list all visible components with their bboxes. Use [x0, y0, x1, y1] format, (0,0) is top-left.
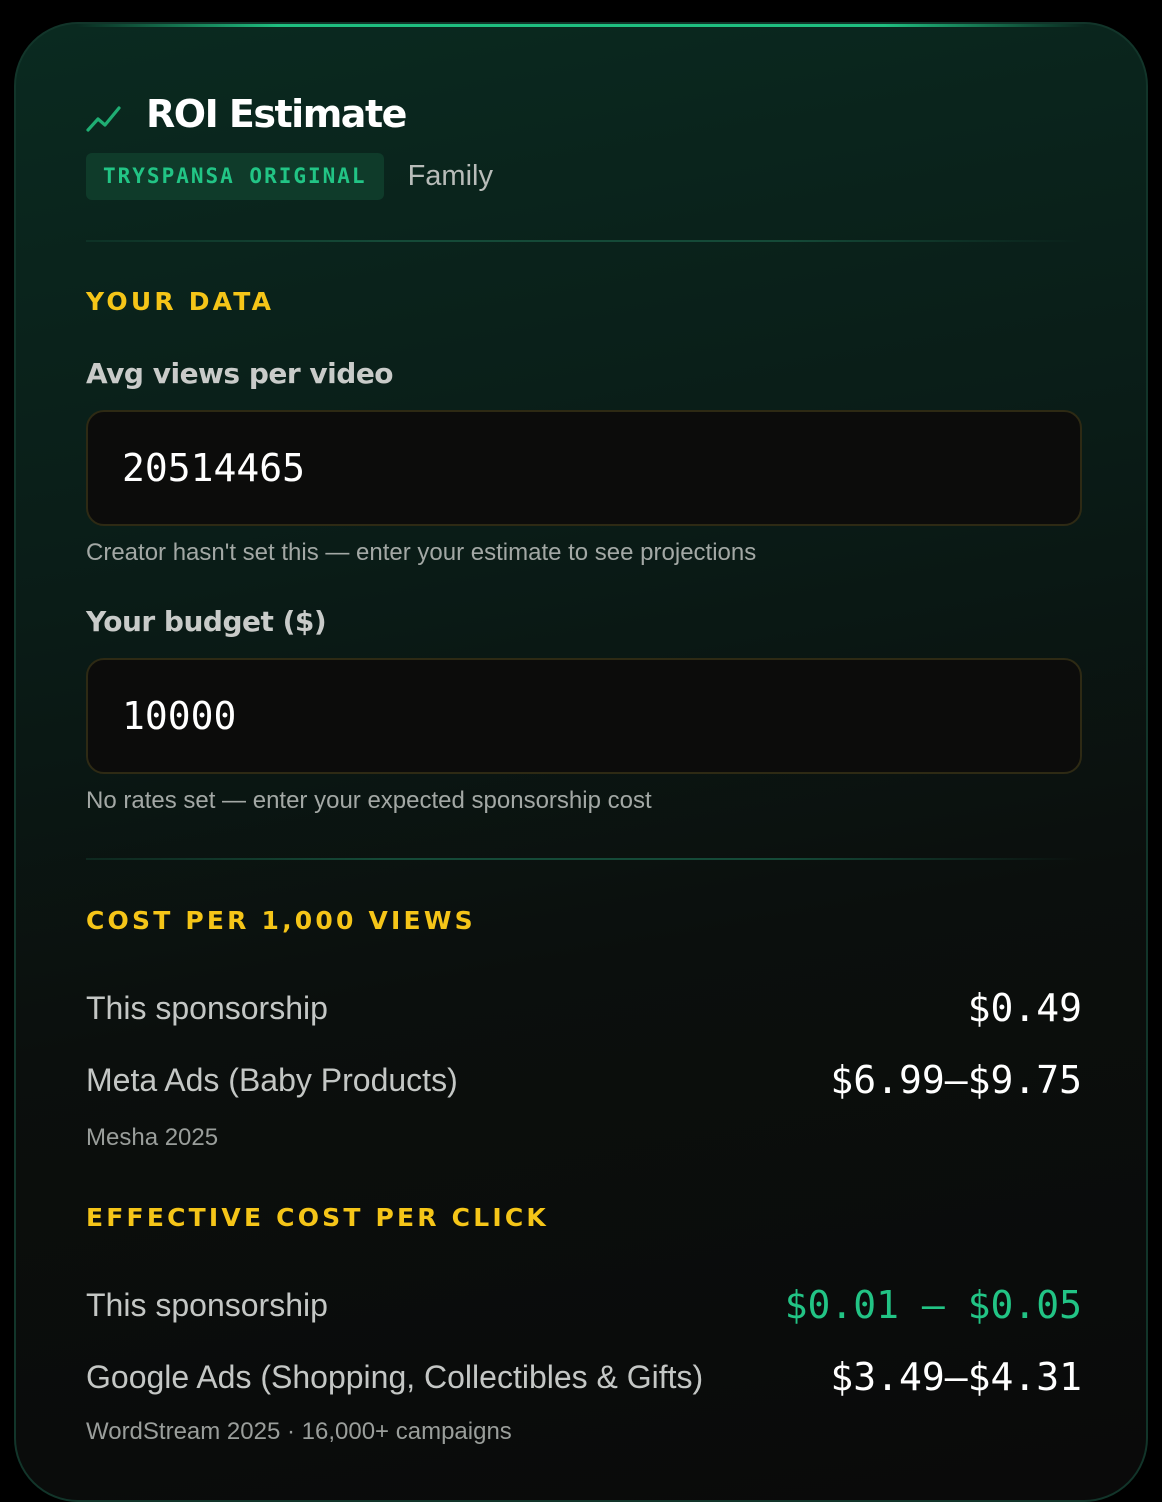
cpm-benchmark-row: Meta Ads (Baby Products) $6.99–$9.75 — [86, 1058, 1082, 1102]
cpm-sponsorship-row: This sponsorship $0.49 — [86, 986, 1082, 1030]
row-value: $6.99–$9.75 — [830, 1058, 1082, 1102]
section-heading-cpm: COST PER 1,000 VIEWS — [86, 906, 476, 935]
divider — [86, 858, 1082, 860]
row-label: This sponsorship — [86, 989, 328, 1026]
roi-estimate-card: ROI Estimate TRYSPANSA ORIGINAL Family Y… — [14, 22, 1148, 1502]
cpm-source: Mesha 2025 — [86, 1124, 219, 1151]
cpc-benchmark-row: Google Ads (Shopping, Collectibles & Gif… — [86, 1355, 1082, 1399]
avg-views-input[interactable] — [88, 412, 1028, 524]
title-row: ROI Estimate — [86, 92, 407, 136]
budget-field-label: Your budget ($) — [86, 605, 327, 638]
row-label: Meta Ads (Baby Products) — [86, 1061, 458, 1098]
badge-row: TRYSPANSA ORIGINAL Family — [86, 153, 493, 200]
row-label: This sponsorship — [86, 1286, 328, 1323]
row-value: $0.49 — [967, 986, 1082, 1030]
cpc-sponsorship-row: This sponsorship $0.01 – $0.05 — [86, 1283, 1082, 1327]
cpc-source: WordStream 2025 · 16,000+ campaigns — [86, 1418, 512, 1445]
original-badge: TRYSPANSA ORIGINAL — [86, 153, 384, 200]
views-input-box[interactable] — [86, 410, 1082, 526]
category-label: Family — [407, 160, 493, 192]
row-value: $3.49–$4.31 — [830, 1355, 1082, 1399]
budget-input-box[interactable] — [86, 658, 1082, 774]
page-title: ROI Estimate — [146, 92, 407, 136]
budget-input[interactable] — [88, 660, 1028, 772]
section-heading-your-data: YOUR DATA — [86, 287, 275, 316]
row-value: $0.01 – $0.05 — [784, 1283, 1082, 1327]
section-heading-cpc: EFFECTIVE COST PER CLICK — [86, 1203, 549, 1232]
divider — [86, 240, 1082, 242]
views-field-label: Avg views per video — [86, 357, 394, 390]
trending-up-icon — [86, 106, 121, 132]
row-label: Google Ads (Shopping, Collectibles & Gif… — [86, 1358, 704, 1395]
views-hint: Creator hasn't set this — enter your est… — [86, 539, 757, 566]
budget-hint: No rates set — enter your expected spons… — [86, 787, 652, 814]
